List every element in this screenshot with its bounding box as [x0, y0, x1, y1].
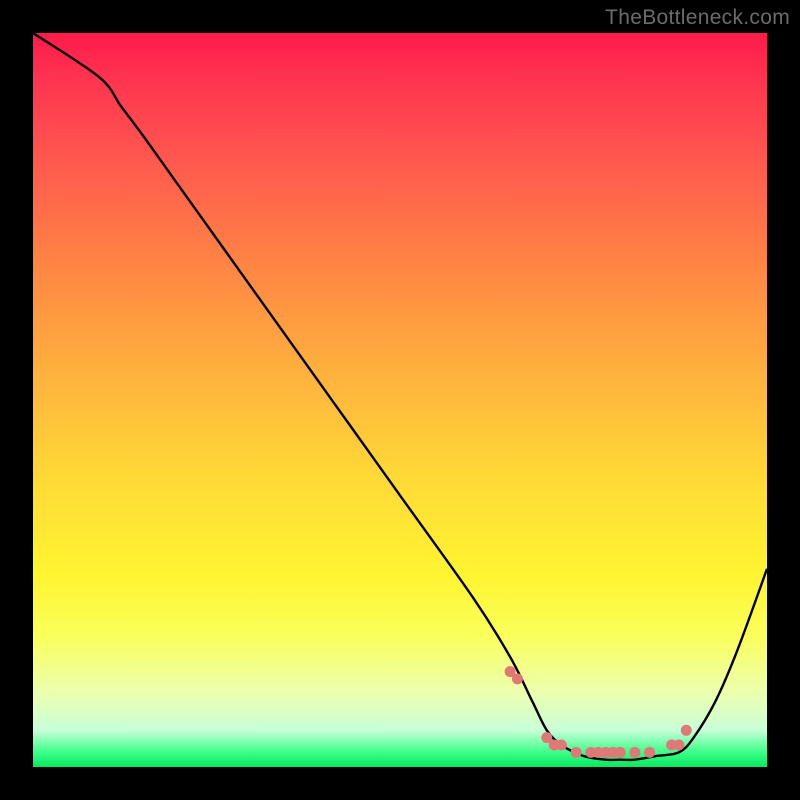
- trough-marker-group: [505, 666, 692, 758]
- trough-marker-dot: [615, 747, 626, 758]
- bottleneck-curve-line: [33, 33, 767, 760]
- trough-marker-dot: [571, 747, 582, 758]
- trough-marker-dot: [556, 739, 567, 750]
- trough-marker-dot: [681, 725, 692, 736]
- trough-marker-dot: [644, 747, 655, 758]
- watermark-text: TheBottleneck.com: [605, 6, 790, 30]
- trough-marker-dot: [512, 673, 523, 684]
- chart-plot-area: [33, 33, 767, 767]
- chart-svg: [33, 33, 767, 767]
- trough-marker-dot: [673, 739, 684, 750]
- trough-marker-dot: [629, 747, 640, 758]
